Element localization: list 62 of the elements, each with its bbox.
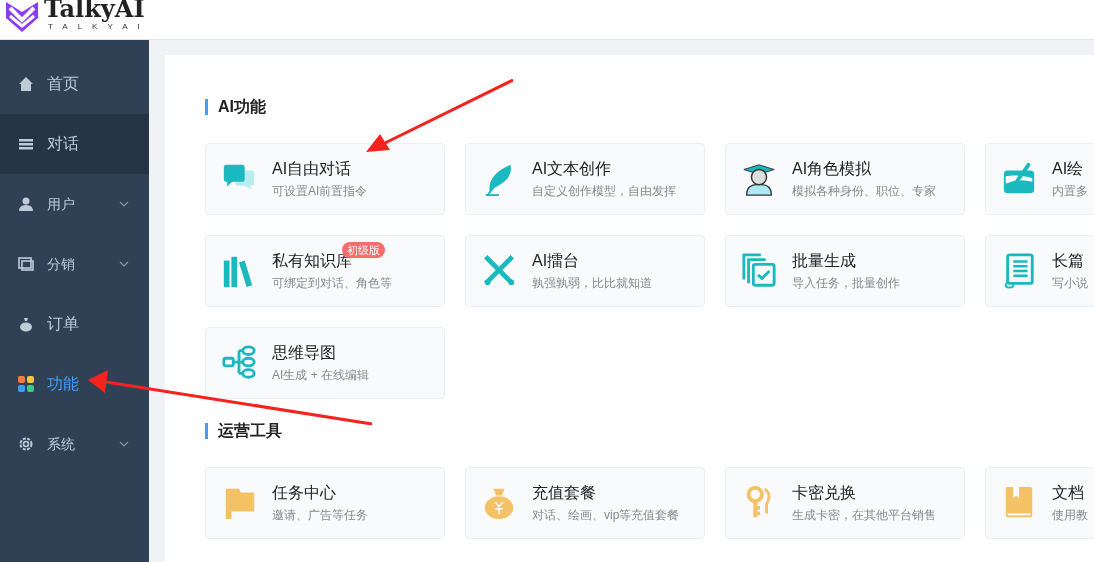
card-title: AI擂台 xyxy=(532,250,580,271)
sidebar-item[interactable]: 系统 xyxy=(0,414,149,474)
feature-card[interactable]: AI绘 内置多 xyxy=(985,143,1094,215)
card-title: 文档 xyxy=(1052,482,1084,503)
card-title: 充值套餐 xyxy=(532,482,596,503)
logo-tagline: TALKYAI xyxy=(48,22,150,32)
card-description: 可设置AI前置指令 xyxy=(272,182,368,200)
chevron-down-icon xyxy=(119,441,129,447)
mind-map-icon xyxy=(221,345,257,381)
settings-icon xyxy=(18,436,34,452)
card-title: AI角色模拟 xyxy=(792,158,872,179)
feature-card[interactable]: 思维导图 AI生成 + 在线编辑 xyxy=(205,327,445,399)
feature-card[interactable]: 长篇 写小说 xyxy=(985,235,1094,307)
feature-card[interactable]: 任务中心 邀请、广告等任务 xyxy=(205,467,445,539)
card-description: AI生成 + 在线编辑 xyxy=(272,366,369,384)
card-title: AI自由对话 xyxy=(272,158,352,179)
card-description: 使用教 xyxy=(1052,506,1088,524)
menu-icon xyxy=(18,136,34,152)
sidebar-item[interactable]: 分销 xyxy=(0,234,149,294)
sidebar-item[interactable]: 功能 xyxy=(0,354,149,414)
card-description: 可绑定到对话、角色等 xyxy=(272,274,392,292)
user-icon xyxy=(18,196,34,212)
feature-card[interactable]: AI角色模拟 模拟各种身份、职位、专家 xyxy=(725,143,965,215)
card-title: AI文本创作 xyxy=(532,158,612,179)
chevron-down-icon xyxy=(119,261,129,267)
card-title: 批量生成 xyxy=(792,250,856,271)
card-description: 孰强孰弱，比比就知道 xyxy=(532,274,652,292)
card-title: 思维导图 xyxy=(272,342,336,363)
section-title: 运营工具 xyxy=(218,421,282,441)
home-icon xyxy=(18,76,34,92)
sidebar-item[interactable]: 用户 xyxy=(0,174,149,234)
card-title: 长篇 xyxy=(1052,250,1084,271)
card-description: 内置多 xyxy=(1052,182,1088,200)
sidebar-item[interactable]: 对话 xyxy=(0,114,149,174)
money-bag-icon xyxy=(18,316,34,332)
feature-card[interactable]: AI文本创作 自定义创作模型，自由发挥 xyxy=(465,143,705,215)
feature-card[interactable]: 文档 使用教 xyxy=(985,467,1094,539)
feature-card[interactable]: AI自由对话 可设置AI前置指令 xyxy=(205,143,445,215)
feature-card[interactable]: 批量生成 导入任务，批量创作 xyxy=(725,235,965,307)
feature-card[interactable]: AI擂台 孰强孰弱，比比就知道 xyxy=(465,235,705,307)
chevron-down-icon xyxy=(119,201,129,207)
feature-card[interactable]: 卡密兑换 生成卡密，在其他平台销售 xyxy=(725,467,965,539)
card-description: 对话、绘画、vip等充值套餐 xyxy=(532,506,680,524)
stacked-checkbox-icon xyxy=(741,253,777,289)
card-description: 自定义创作模型，自由发挥 xyxy=(532,182,676,200)
section-title: AI功能 xyxy=(218,97,266,117)
card-description: 模拟各种身份、职位、专家 xyxy=(792,182,936,200)
card-description: 生成卡密，在其他平台销售 xyxy=(792,506,936,524)
feature-card[interactable]: 充值套餐 对话、绘画、vip等充值套餐 xyxy=(465,467,705,539)
photo-icon xyxy=(18,256,34,272)
section-marker xyxy=(205,99,208,115)
section-marker xyxy=(205,423,208,439)
graduate-icon xyxy=(741,161,777,197)
card-description: 邀请、广告等任务 xyxy=(272,506,368,524)
grid-icon xyxy=(18,376,34,392)
sidebar-item[interactable]: 首页 xyxy=(0,54,149,114)
card-title: 任务中心 xyxy=(272,482,336,503)
sidebar-item[interactable]: 订单 xyxy=(0,294,149,354)
card-description: 导入任务，批量创作 xyxy=(792,274,900,292)
card-description: 写小说 xyxy=(1052,274,1088,292)
card-title: AI绘 xyxy=(1052,158,1084,179)
card-title: 卡密兑换 xyxy=(792,482,856,503)
